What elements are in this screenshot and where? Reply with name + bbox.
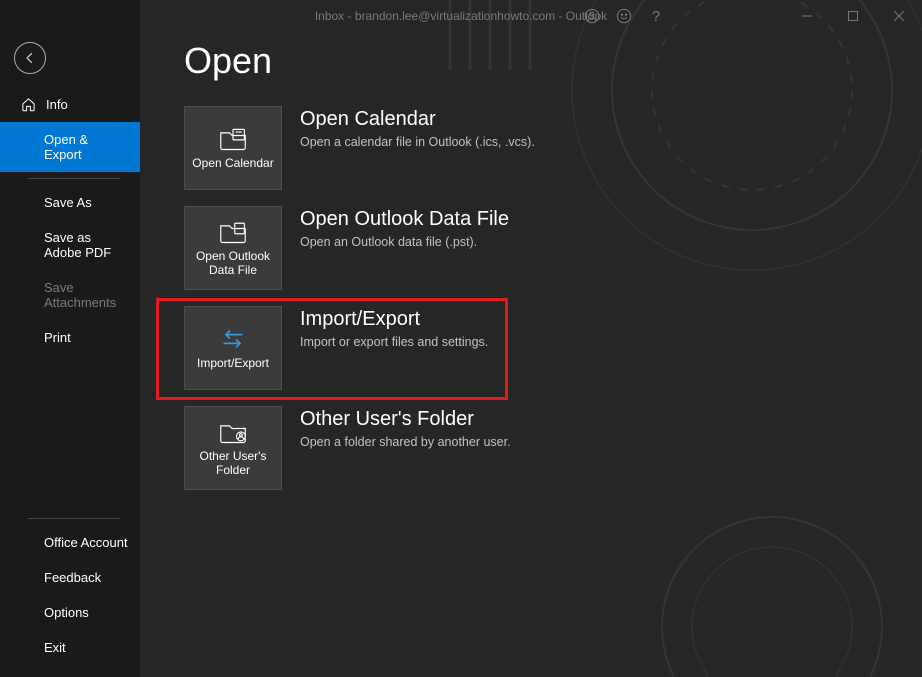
sidebar-item-save-as[interactable]: Save As (0, 185, 140, 220)
row-title: Open Calendar (300, 108, 535, 131)
other-users-folder-button[interactable]: Other User's Folder (184, 406, 282, 490)
sidebar-item-office-account[interactable]: Office Account (0, 525, 140, 560)
main-content: Open Open Calendar Open Calendar Open a … (140, 0, 922, 677)
row-desc: Open a folder shared by another user. (300, 435, 511, 449)
button-label: Import/Export (197, 357, 269, 371)
button-label: Open Outlook Data File (189, 250, 277, 278)
import-export-icon (219, 325, 247, 353)
data-file-icon (219, 218, 247, 246)
sidebar-item-save-as-adobe-pdf[interactable]: Save as Adobe PDF (0, 220, 140, 270)
button-label: Other User's Folder (189, 450, 277, 478)
back-button[interactable] (14, 42, 46, 74)
coming-soon-icon[interactable] (608, 0, 640, 32)
sidebar-item-open-export[interactable]: Open & Export (0, 122, 140, 172)
help-icon[interactable]: ? (640, 0, 672, 32)
close-button[interactable] (876, 0, 922, 32)
open-outlook-data-file-button[interactable]: Open Outlook Data File (184, 206, 282, 290)
row-desc: Open an Outlook data file (.pst). (300, 235, 509, 249)
maximize-button[interactable] (830, 0, 876, 32)
sidebar-item-exit[interactable]: Exit (0, 630, 140, 665)
sidebar-item-feedback[interactable]: Feedback (0, 560, 140, 595)
open-calendar-button[interactable]: Open Calendar (184, 106, 282, 190)
account-icon[interactable] (576, 0, 608, 32)
row-title: Open Outlook Data File (300, 208, 509, 231)
sidebar-item-options[interactable]: Options (0, 595, 140, 630)
calendar-folder-icon (219, 125, 247, 153)
sidebar-item-label: Info (46, 97, 68, 112)
row-title: Import/Export (300, 308, 488, 331)
sidebar-item-info[interactable]: Info (0, 86, 140, 122)
open-data-file-row: Open Outlook Data File Open Outlook Data… (184, 206, 882, 290)
open-calendar-row: Open Calendar Open Calendar Open a calen… (184, 106, 882, 190)
row-title: Other User's Folder (300, 408, 511, 431)
other-users-folder-row: Other User's Folder Other User's Folder … (184, 406, 882, 490)
user-folder-icon (219, 418, 247, 446)
import-export-row: Import/Export Import/Export Import or ex… (184, 306, 882, 390)
row-desc: Import or export files and settings. (300, 335, 488, 349)
import-export-button[interactable]: Import/Export (184, 306, 282, 390)
window-title-text: Inbox - brandon.lee@virtualizationhowto.… (315, 9, 607, 23)
sidebar-item-label: Open & Export (44, 132, 128, 162)
home-icon (20, 96, 36, 112)
sidebar-item-print[interactable]: Print (0, 320, 140, 355)
backstage-sidebar: Info Open & Export Save As Save as Adobe… (0, 0, 140, 677)
page-title: Open (184, 40, 882, 82)
row-desc: Open a calendar file in Outlook (.ics, .… (300, 135, 535, 149)
divider (28, 518, 120, 519)
divider (28, 178, 120, 179)
button-label: Open Calendar (192, 157, 273, 171)
sidebar-item-save-attachments: Save Attachments (0, 270, 140, 320)
minimize-button[interactable] (784, 0, 830, 32)
